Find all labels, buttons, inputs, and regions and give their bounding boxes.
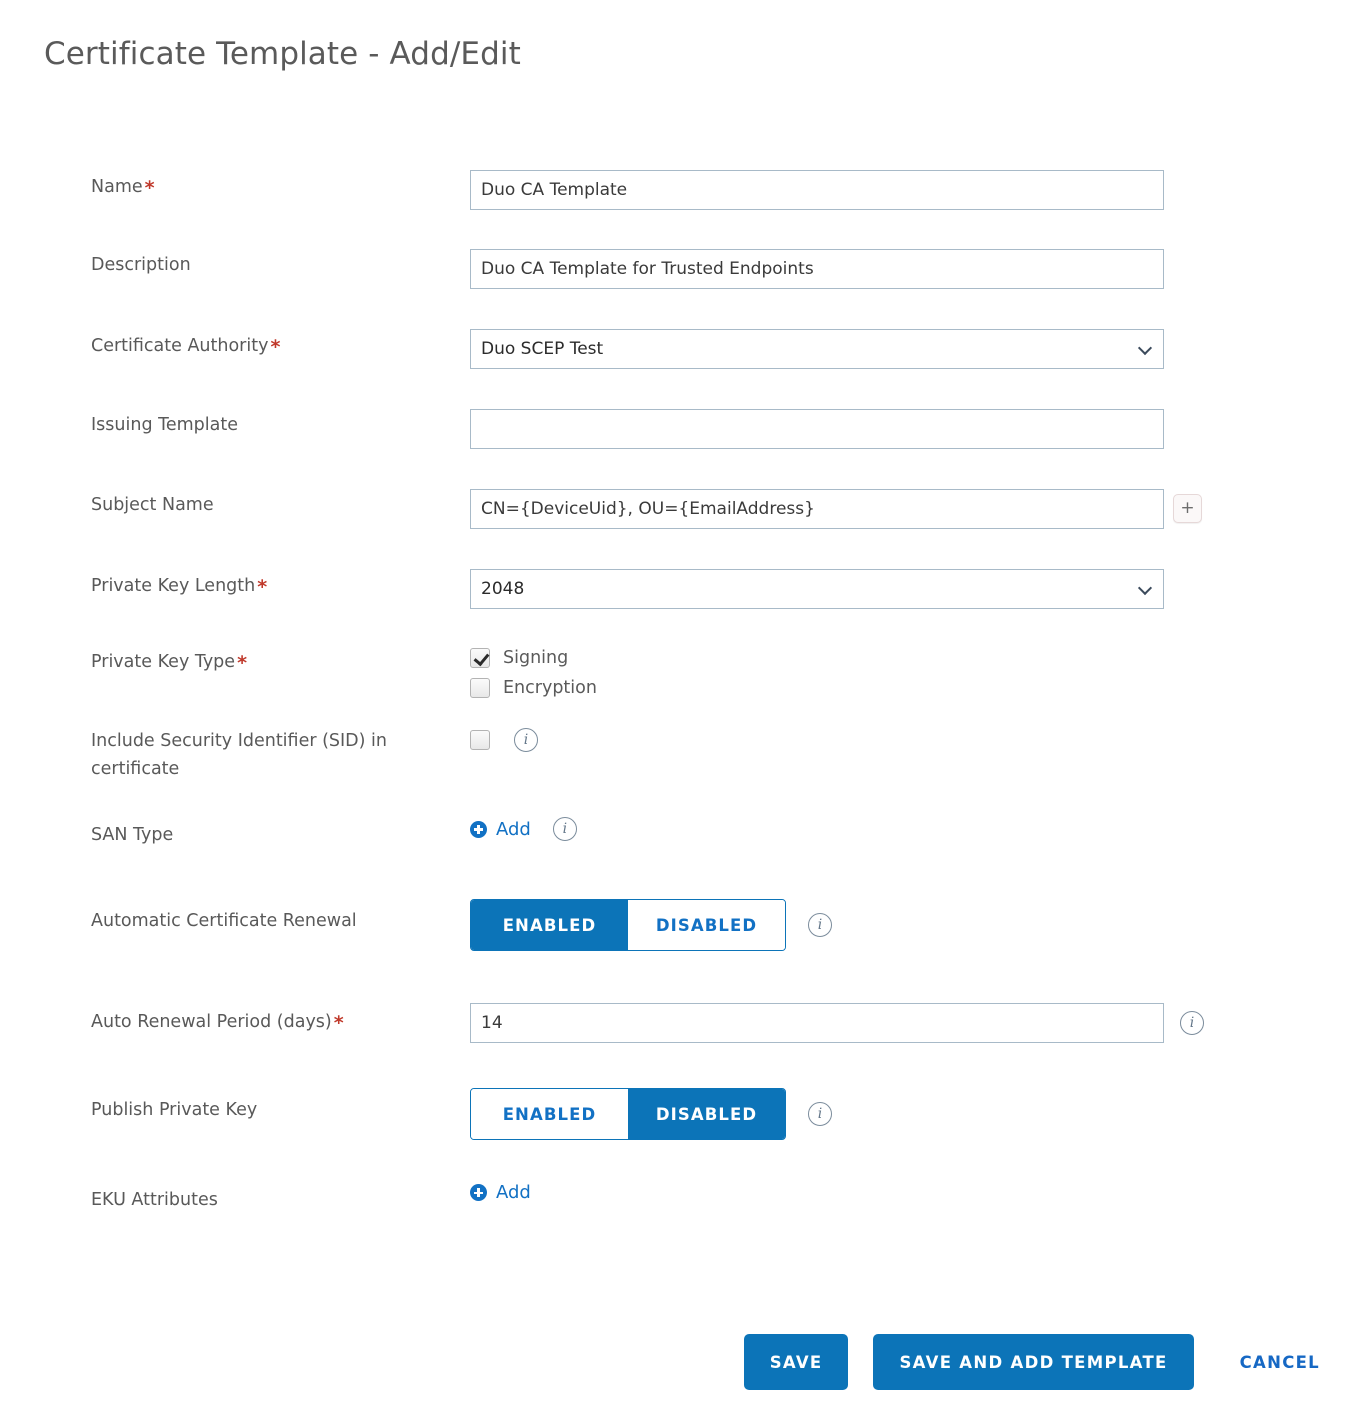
checkbox-encryption-label: Encryption <box>503 678 597 698</box>
subject-name-input[interactable] <box>470 489 1164 529</box>
label-eku-attributes: EKU Attributes <box>91 1190 218 1210</box>
checkbox-include-sid[interactable] <box>470 730 490 750</box>
name-input[interactable] <box>470 170 1164 210</box>
toggle-disabled-auto-renewal[interactable]: DISABLED <box>628 900 785 950</box>
info-icon-auto-renewal-period[interactable]: i <box>1180 1011 1204 1035</box>
checkbox-signing[interactable] <box>470 648 490 668</box>
chevron-down-icon <box>1139 582 1153 596</box>
field-include-sid: i <box>470 725 538 755</box>
label-subject-name: Subject Name <box>91 495 214 515</box>
required-asterisk: * <box>237 652 247 674</box>
plus-icon: + <box>1180 498 1195 518</box>
form-row-name: Name * <box>0 150 1370 229</box>
label-include-sid: Include Security Identifier (SID) in cer… <box>91 731 388 779</box>
plus-circle-icon <box>470 1184 487 1201</box>
field-private-key-type: Signing Encryption <box>470 643 597 703</box>
page-title: Certificate Template - Add/Edit <box>44 36 521 72</box>
field-description <box>470 249 1164 289</box>
eku-attributes-add-control: Add <box>470 1182 531 1203</box>
field-san-type: Add i <box>470 817 577 841</box>
toggle-enabled-publish-key[interactable]: ENABLED <box>471 1089 628 1139</box>
form-row-eku-attributes: EKU Attributes Add <box>0 1174 1370 1244</box>
form-row-description: Description <box>0 229 1370 309</box>
field-certificate-authority: Duo SCEP Test <box>470 329 1164 369</box>
private-key-length-select[interactable]: 2048 <box>470 569 1164 609</box>
form-row-private-key-length: Private Key Length * 2048 <box>0 549 1370 629</box>
label-auto-renewal-period: Auto Renewal Period (days) * <box>91 1007 461 1036</box>
form-actions: SAVE SAVE AND ADD TEMPLATE CANCEL <box>0 1334 1370 1390</box>
label-name: Name * <box>91 172 461 201</box>
form-row-include-sid: Include Security Identifier (SID) in cer… <box>0 709 1370 809</box>
required-asterisk: * <box>333 1012 344 1034</box>
toggle-enabled-auto-renewal[interactable]: ENABLED <box>471 900 628 950</box>
certificate-authority-select[interactable]: Duo SCEP Test <box>470 329 1164 369</box>
label-description: Description <box>91 255 191 275</box>
private-key-type-option-signing[interactable]: Signing <box>470 643 597 673</box>
form-row-auto-renewal-period: Auto Renewal Period (days)* i <box>0 985 1370 1072</box>
label-certificate-authority: Certificate Authority * <box>91 331 461 360</box>
field-private-key-length: 2048 <box>470 569 1164 609</box>
private-key-length-value: 2048 <box>481 579 525 599</box>
field-automatic-certificate-renewal: ENABLED DISABLED i <box>470 899 832 951</box>
publish-private-key-control: ENABLED DISABLED i <box>470 1088 832 1140</box>
publish-private-key-toggle[interactable]: ENABLED DISABLED <box>470 1088 786 1140</box>
label-private-key-type-text: Private Key Type <box>91 652 236 672</box>
info-icon-san-type[interactable]: i <box>552 817 577 841</box>
field-publish-private-key: ENABLED DISABLED i <box>470 1088 832 1140</box>
field-eku-attributes: Add <box>470 1182 531 1203</box>
toggle-disabled-publish-key[interactable]: DISABLED <box>628 1089 785 1139</box>
required-asterisk: * <box>144 177 155 199</box>
cancel-button[interactable]: CANCEL <box>1234 1352 1326 1373</box>
label-name-text: Name <box>91 177 143 197</box>
form-row-private-key-type: Private Key Type * Signing Encryption <box>0 629 1370 709</box>
include-sid-control: i <box>470 725 538 755</box>
automatic-certificate-renewal-toggle[interactable]: ENABLED DISABLED <box>470 899 786 951</box>
label-san-type: SAN Type <box>91 825 174 845</box>
private-key-type-option-encryption[interactable]: Encryption <box>470 673 597 703</box>
info-icon-automatic-certificate-renewal[interactable]: i <box>808 913 832 937</box>
subject-name-add-button[interactable]: + <box>1173 494 1202 523</box>
form-row-issuing-template: Issuing Template <box>0 389 1370 469</box>
issuing-template-input[interactable] <box>470 409 1164 449</box>
form-row-san-type: SAN Type Add i <box>0 809 1370 883</box>
form-row-subject-name: Subject Name + <box>0 469 1370 549</box>
label-certificate-authority-text: Certificate Authority <box>91 336 269 356</box>
plus-circle-icon <box>470 820 487 838</box>
field-auto-renewal-period: i <box>470 1003 1204 1043</box>
auto-renewal-period-input[interactable] <box>470 1003 1164 1043</box>
label-automatic-certificate-renewal: Automatic Certificate Renewal <box>91 911 357 931</box>
label-private-key-length-text: Private Key Length <box>91 576 256 596</box>
form-row-publish-private-key: Publish Private Key ENABLED DISABLED i <box>0 1072 1370 1174</box>
san-type-add-control: Add i <box>470 817 577 841</box>
info-icon-publish-private-key[interactable]: i <box>808 1102 832 1126</box>
label-publish-private-key: Publish Private Key <box>91 1100 258 1120</box>
label-private-key-length: Private Key Length * <box>91 571 461 600</box>
description-input[interactable] <box>470 249 1164 289</box>
checkbox-signing-label: Signing <box>503 648 569 668</box>
label-private-key-type: Private Key Type * <box>91 647 461 676</box>
eku-attributes-add-link[interactable]: Add <box>496 1182 531 1203</box>
field-subject-name <box>470 489 1164 529</box>
required-asterisk: * <box>270 336 281 358</box>
field-issuing-template <box>470 409 1164 449</box>
field-name <box>470 170 1164 210</box>
save-and-add-template-button[interactable]: SAVE AND ADD TEMPLATE <box>873 1334 1194 1390</box>
form-row-certificate-authority: Certificate Authority * Duo SCEP Test <box>0 309 1370 389</box>
label-issuing-template: Issuing Template <box>91 415 238 435</box>
certificate-template-form: Name* Description Certificate Authority*… <box>0 150 1370 1244</box>
required-asterisk: * <box>257 576 268 598</box>
certificate-authority-value: Duo SCEP Test <box>481 339 604 359</box>
chevron-down-icon <box>1139 342 1153 356</box>
automatic-certificate-renewal-control: ENABLED DISABLED i <box>470 899 832 951</box>
save-button[interactable]: SAVE <box>743 1334 849 1390</box>
info-icon-include-sid[interactable]: i <box>514 728 538 752</box>
form-row-automatic-certificate-renewal: Automatic Certificate Renewal ENABLED DI… <box>0 883 1370 985</box>
checkbox-encryption[interactable] <box>470 678 490 698</box>
label-auto-renewal-period-text: Auto Renewal Period (days) <box>91 1012 332 1032</box>
san-type-add-link[interactable]: Add <box>496 819 531 840</box>
